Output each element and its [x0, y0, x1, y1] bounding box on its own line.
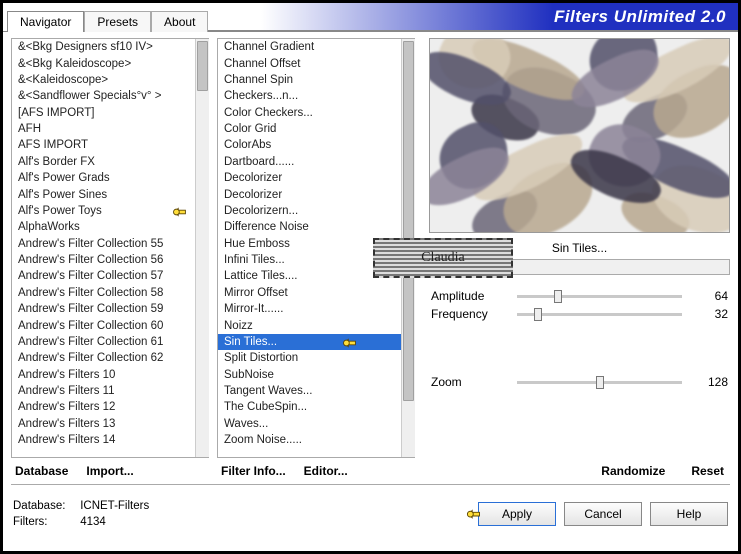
filter-item[interactable]: Channel Spin: [218, 72, 401, 88]
filter-item[interactable]: Dartboard......: [218, 154, 401, 170]
reset-button[interactable]: Reset: [691, 464, 724, 478]
filter-item[interactable]: Mirror Offset: [218, 285, 401, 301]
category-item[interactable]: Andrew's Filter Collection 59: [12, 301, 195, 317]
tab-about[interactable]: About: [151, 11, 208, 32]
filter-item[interactable]: Tangent Waves...: [218, 383, 401, 399]
randomize-button[interactable]: Randomize: [601, 464, 665, 478]
category-item[interactable]: &<Kaleidoscope>: [12, 72, 195, 88]
filter-item[interactable]: Channel Offset: [218, 55, 401, 71]
filter-item[interactable]: Waves...: [218, 416, 401, 432]
param-frequency-value: 32: [688, 307, 728, 321]
cancel-button[interactable]: Cancel: [564, 502, 642, 526]
param-amplitude-slider[interactable]: [517, 295, 682, 298]
category-item[interactable]: Andrew's Filter Collection 55: [12, 236, 195, 252]
filter-item[interactable]: Channel Gradient: [218, 39, 401, 55]
pointing-hand-icon: [169, 203, 191, 221]
filter-item[interactable]: Difference Noise: [218, 219, 401, 235]
filter-item[interactable]: Decolorizern...: [218, 203, 401, 219]
status-info: Database: ICNET-Filters Filters: 4134: [13, 498, 470, 530]
category-item[interactable]: Andrew's Filter Collection 62: [12, 350, 195, 366]
watermark: Claudia: [373, 238, 513, 278]
apply-button[interactable]: Apply: [478, 502, 556, 526]
pointing-hand-icon: [339, 334, 361, 352]
param-frequency-slider[interactable]: [517, 313, 682, 316]
category-item[interactable]: Andrew's Filters 14: [12, 432, 195, 448]
category-item[interactable]: Andrew's Filter Collection 56: [12, 252, 195, 268]
category-item[interactable]: Alf's Power Toys: [12, 203, 195, 219]
scrollbar[interactable]: [195, 39, 209, 457]
preview-image: [429, 38, 730, 233]
filter-item[interactable]: Checkers...n...: [218, 88, 401, 104]
category-item[interactable]: Andrew's Filters 11: [12, 383, 195, 399]
category-item[interactable]: AFS IMPORT: [12, 137, 195, 153]
filter-item[interactable]: Decolorizer: [218, 170, 401, 186]
filter-item[interactable]: Color Checkers...: [218, 105, 401, 121]
filter-item[interactable]: ColorAbs: [218, 137, 401, 153]
category-item[interactable]: [AFS IMPORT]: [12, 105, 195, 121]
category-item[interactable]: Andrew's Filter Collection 58: [12, 285, 195, 301]
filter-item[interactable]: Split Distortion: [218, 350, 401, 366]
title-bar: Filters Unlimited 2.0: [208, 3, 738, 31]
database-button[interactable]: Database: [15, 464, 68, 478]
tab-presets[interactable]: Presets: [84, 11, 151, 32]
category-item[interactable]: AlphaWorks: [12, 219, 195, 235]
filter-item[interactable]: Noizz: [218, 317, 401, 333]
param-zoom-value: 128: [688, 375, 728, 389]
category-item[interactable]: Alf's Power Grads: [12, 170, 195, 186]
category-item[interactable]: Andrew's Filters 12: [12, 399, 195, 415]
category-item[interactable]: AFH: [12, 121, 195, 137]
param-zoom-slider[interactable]: [517, 381, 682, 384]
app-title: Filters Unlimited 2.0: [554, 7, 726, 27]
filter-item[interactable]: The CubeSpin...: [218, 399, 401, 415]
category-item[interactable]: Andrew's Filter Collection 61: [12, 334, 195, 350]
param-zoom-label: Zoom: [431, 375, 511, 389]
param-amplitude-label: Amplitude: [431, 289, 511, 303]
category-item[interactable]: &<Bkg Designers sf10 IV>: [12, 39, 195, 55]
category-item[interactable]: Alf's Border FX: [12, 154, 195, 170]
filter-info-button[interactable]: Filter Info...: [221, 464, 286, 478]
category-item[interactable]: &<Bkg Kaleidoscope>: [12, 55, 195, 71]
category-item[interactable]: Andrew's Filter Collection 60: [12, 317, 195, 333]
param-amplitude-value: 64: [688, 289, 728, 303]
filter-item[interactable]: Color Grid: [218, 121, 401, 137]
category-item[interactable]: Andrew's Filter Collection 57: [12, 268, 195, 284]
param-frequency-label: Frequency: [431, 307, 511, 321]
category-item[interactable]: Alf's Power Sines: [12, 186, 195, 202]
category-item[interactable]: Andrew's Filters 13: [12, 416, 195, 432]
filter-item[interactable]: Mirror-It......: [218, 301, 401, 317]
category-item[interactable]: &<Sandflower Specials°v° >: [12, 88, 195, 104]
filter-item[interactable]: Decolorizer: [218, 186, 401, 202]
tab-navigator[interactable]: Navigator: [7, 11, 84, 32]
help-button[interactable]: Help: [650, 502, 728, 526]
filter-item[interactable]: Sin Tiles...: [218, 334, 401, 350]
filter-item[interactable]: Zoom Noise.....: [218, 432, 401, 448]
category-list[interactable]: &<Bkg Designers sf10 IV>&<Bkg Kaleidosco…: [11, 38, 209, 458]
filter-item[interactable]: SubNoise: [218, 367, 401, 383]
category-item[interactable]: Andrew's Filters 10: [12, 367, 195, 383]
editor-button[interactable]: Editor...: [304, 464, 348, 478]
import-button[interactable]: Import...: [86, 464, 133, 478]
